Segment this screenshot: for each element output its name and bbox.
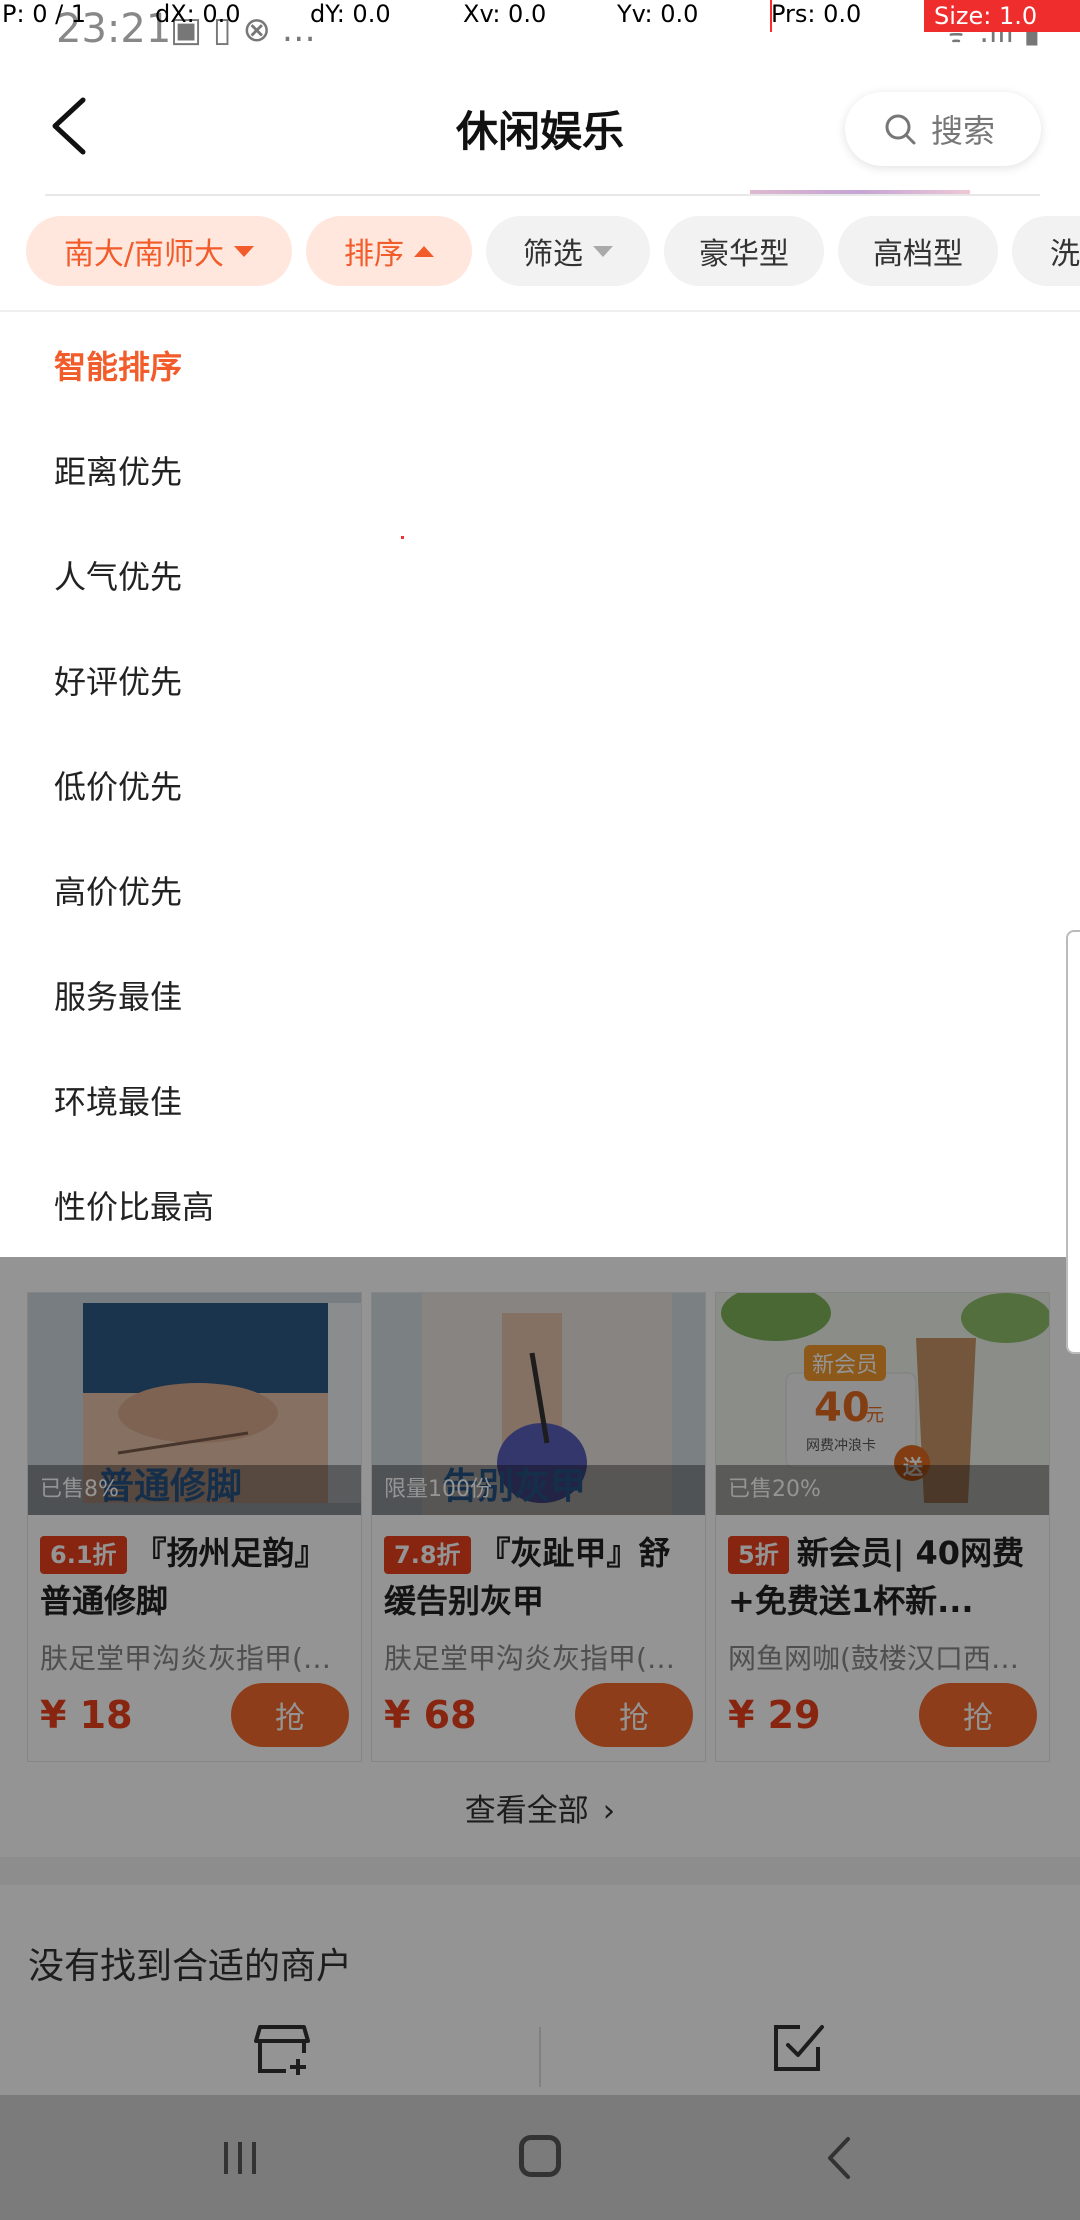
nav-back-icon[interactable] — [820, 2135, 860, 2181]
sort-option-smart[interactable]: 智能排序 — [54, 342, 182, 388]
pointer-debug-overlay: P: 0 / 1 dX: 0.0 dY: 0.0 Xv: 0.0 Yv: 0.0… — [0, 0, 1080, 32]
debug-size: Size: 1.0 — [924, 0, 1080, 32]
sort-option-rating[interactable]: 好评优先 — [54, 657, 182, 703]
recents-icon[interactable] — [222, 2140, 258, 2176]
chip-wash-label: 洗 — [1050, 237, 1080, 272]
sort-option-service[interactable]: 服务最佳 — [54, 972, 182, 1018]
sort-dropdown-menu: 智能排序 距离优先 人气优先 好评优先 低价优先 高价优先 服务最佳 环境最佳 … — [0, 312, 1080, 1257]
search-label: 搜索 — [931, 112, 996, 150]
sort-option-value[interactable]: 性价比最高 — [54, 1182, 214, 1228]
chip-area-label: 南大/南师大 — [63, 237, 225, 272]
dim-overlay[interactable] — [0, 1257, 1080, 2095]
sort-option-low-price[interactable]: 低价优先 — [54, 762, 182, 808]
caret-down-icon — [593, 245, 613, 257]
caret-down-icon — [234, 245, 255, 257]
caret-up-icon — [414, 245, 434, 257]
chip-filter[interactable]: 筛选 — [486, 216, 650, 286]
debug-dx: dX: 0.0 — [155, 0, 241, 28]
touch-marker — [401, 536, 404, 539]
debug-pressure: Prs: 0.0 — [771, 0, 862, 28]
debug-dy: dY: 0.0 — [310, 0, 391, 28]
chip-highend-label: 高档型 — [873, 237, 963, 272]
chip-wash[interactable]: 洗 — [1012, 216, 1080, 286]
sort-option-environment[interactable]: 环境最佳 — [54, 1077, 182, 1123]
search-button[interactable]: 搜索 — [845, 92, 1041, 166]
sort-option-popular[interactable]: 人气优先 — [54, 552, 182, 598]
debug-pointer-count: P: 0 / 1 — [2, 0, 87, 28]
chip-area[interactable]: 南大/南师大 — [26, 216, 292, 286]
page-header: 休闲娱乐 搜索 — [0, 60, 1080, 196]
system-nav-bar — [0, 2095, 1080, 2220]
chip-sort[interactable]: 排序 — [306, 216, 472, 286]
chip-luxury-label: 豪华型 — [699, 237, 789, 272]
chip-highend[interactable]: 高档型 — [838, 216, 998, 286]
header-divider — [45, 194, 1040, 196]
debug-yv: Yv: 0.0 — [617, 0, 699, 28]
sort-option-high-price[interactable]: 高价优先 — [54, 867, 182, 913]
chip-sort-label: 排序 — [344, 237, 404, 272]
chip-luxury[interactable]: 豪华型 — [664, 216, 824, 286]
filter-chip-bar: 南大/南师大 排序 筛选 豪华型 高档型 洗 — [0, 216, 1080, 288]
edge-panel-handle[interactable] — [1066, 930, 1080, 1354]
chip-filter-label: 筛选 — [523, 237, 583, 272]
sort-option-distance[interactable]: 距离优先 — [54, 447, 182, 493]
home-icon[interactable] — [519, 2135, 561, 2177]
debug-xv: Xv: 0.0 — [463, 0, 547, 28]
search-icon — [885, 114, 916, 145]
